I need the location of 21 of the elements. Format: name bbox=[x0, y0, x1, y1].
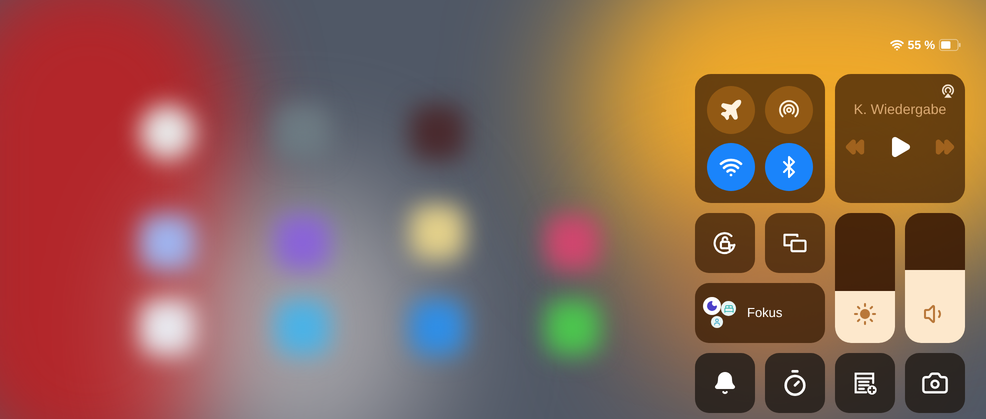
sun-icon bbox=[853, 302, 877, 326]
focus-button[interactable]: Fokus bbox=[695, 283, 825, 343]
camera-tile[interactable] bbox=[905, 353, 965, 413]
now-playing-title: K. Wiedergabe bbox=[852, 100, 948, 119]
brightness-slider[interactable] bbox=[835, 213, 895, 343]
bell-icon bbox=[713, 371, 737, 395]
airplane-icon bbox=[719, 98, 743, 122]
airplane-mode-toggle[interactable] bbox=[707, 86, 755, 134]
volume-slider[interactable] bbox=[905, 213, 965, 343]
wifi-signal-icon bbox=[890, 38, 904, 52]
bluetooth-toggle[interactable] bbox=[765, 143, 813, 192]
screen-mirroring-tile[interactable] bbox=[765, 213, 825, 273]
note-add-tile[interactable] bbox=[835, 353, 895, 413]
battery-icon bbox=[939, 39, 961, 51]
wifi-toggle[interactable] bbox=[707, 143, 755, 192]
timer-tile[interactable] bbox=[765, 353, 825, 413]
rotation-lock-tile[interactable] bbox=[695, 213, 755, 273]
battery-percentage: 55 % bbox=[908, 39, 935, 51]
airdrop-toggle[interactable] bbox=[765, 86, 813, 134]
bell-tile[interactable] bbox=[695, 353, 755, 413]
airplay-icon[interactable] bbox=[939, 82, 957, 100]
